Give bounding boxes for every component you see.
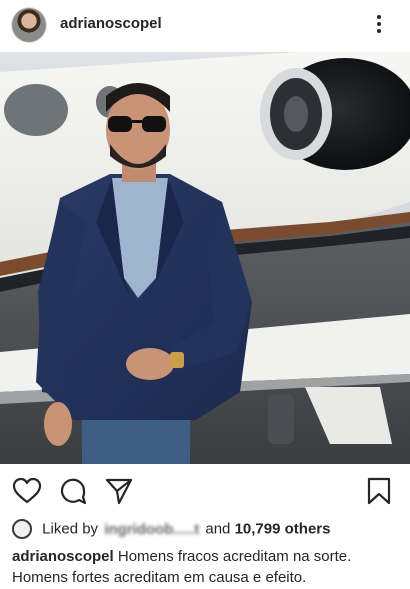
- liked-by-label: Liked by: [42, 520, 99, 538]
- post-header: adrianoscopel: [0, 0, 410, 52]
- post-photo[interactable]: [0, 52, 410, 464]
- liker-username[interactable]: ingridoob.....t: [104, 521, 199, 538]
- more-vertical-icon[interactable]: [372, 12, 386, 36]
- likes-connector: and: [205, 520, 231, 538]
- likes-count[interactable]: 10,799 others: [235, 521, 331, 538]
- bookmark-icon[interactable]: [364, 476, 394, 506]
- post-caption: adrianoscopel Homens fracos acreditam na…: [12, 546, 402, 588]
- caption-username[interactable]: adrianoscopel: [12, 548, 114, 565]
- post-username[interactable]: adrianoscopel: [60, 15, 162, 32]
- profile-avatar[interactable]: [12, 8, 46, 42]
- likes-summary[interactable]: Liked by ingridoob.....t and 10,799 othe…: [12, 519, 402, 541]
- send-icon[interactable]: [104, 476, 134, 506]
- liker-avatar: [12, 519, 32, 539]
- heart-icon[interactable]: [12, 476, 42, 506]
- post-actions: [0, 466, 410, 512]
- comment-icon[interactable]: [58, 476, 88, 506]
